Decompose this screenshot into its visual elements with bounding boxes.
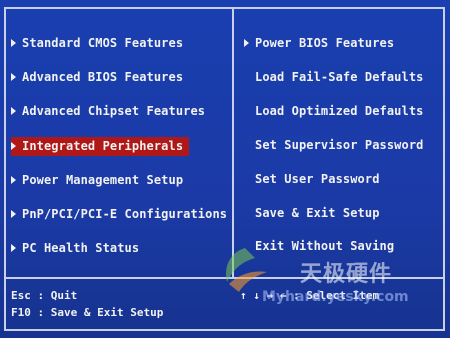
arrow-right-icon [11, 175, 16, 184]
f10-hint: F10 : Save & Exit Setup [11, 306, 164, 319]
vertical-divider [232, 9, 234, 277]
arrow-right-icon [11, 72, 16, 81]
bios-screen: Standard CMOS Features Advanced BIOS Fea… [0, 0, 450, 338]
arrow-right-icon [11, 141, 16, 150]
menu-item-load-optimized[interactable]: Load Optimized Defaults [244, 102, 423, 121]
arrow-right-icon [11, 243, 16, 252]
menu-item-label: Save & Exit Setup [255, 206, 380, 220]
arrow-right-icon [244, 38, 249, 47]
menu-item-standard-cmos[interactable]: Standard CMOS Features [11, 34, 183, 53]
menu-item-power-management[interactable]: Power Management Setup [11, 171, 183, 190]
watermark-chinese-text: 天极硬件 [300, 262, 393, 287]
menu-item-supervisor-password[interactable]: Set Supervisor Password [244, 136, 423, 155]
menu-item-pc-health[interactable]: PC Health Status [11, 239, 139, 258]
menu-item-label: Load Optimized Defaults [255, 104, 424, 118]
menu-item-label: Power Management Setup [22, 173, 184, 187]
menu-item-label: Standard CMOS Features [22, 36, 184, 50]
menu-item-advanced-chipset[interactable]: Advanced Chipset Features [11, 102, 205, 121]
menu-item-save-exit[interactable]: Save & Exit Setup [244, 204, 380, 223]
menu-item-load-failsafe[interactable]: Load Fail-Safe Defaults [244, 68, 423, 87]
menu-item-label: Load Fail-Safe Defaults [255, 70, 424, 84]
menu-item-label: Advanced BIOS Features [22, 70, 184, 84]
watermark-url: Myhard.yesky.com [262, 289, 409, 305]
arrow-right-icon [11, 106, 16, 115]
menu-item-label: Advanced Chipset Features [22, 104, 206, 118]
menu-item-pnp-pci[interactable]: PnP/PCI/PCI-E Configurations [11, 205, 227, 224]
menu-item-label: Power BIOS Features [255, 36, 395, 50]
menu-item-label: Exit Without Saving [255, 239, 395, 253]
menu-item-label: PC Health Status [22, 241, 140, 255]
menu-item-user-password[interactable]: Set User Password [244, 170, 380, 189]
menu-item-advanced-bios[interactable]: Advanced BIOS Features [11, 68, 183, 87]
arrow-right-icon [11, 38, 16, 47]
menu-item-label: Set Supervisor Password [255, 138, 424, 152]
menu-item-integrated-peripherals[interactable]: Integrated Peripherals [11, 137, 190, 156]
menu-item-label: Integrated Peripherals [22, 139, 184, 153]
menu-item-power-bios[interactable]: Power BIOS Features [244, 34, 394, 53]
arrow-right-icon [11, 209, 16, 218]
menu-item-label: Set User Password [255, 172, 380, 186]
esc-hint: Esc : Quit [11, 289, 78, 302]
menu-item-label: PnP/PCI/PCI-E Configurations [22, 207, 228, 221]
